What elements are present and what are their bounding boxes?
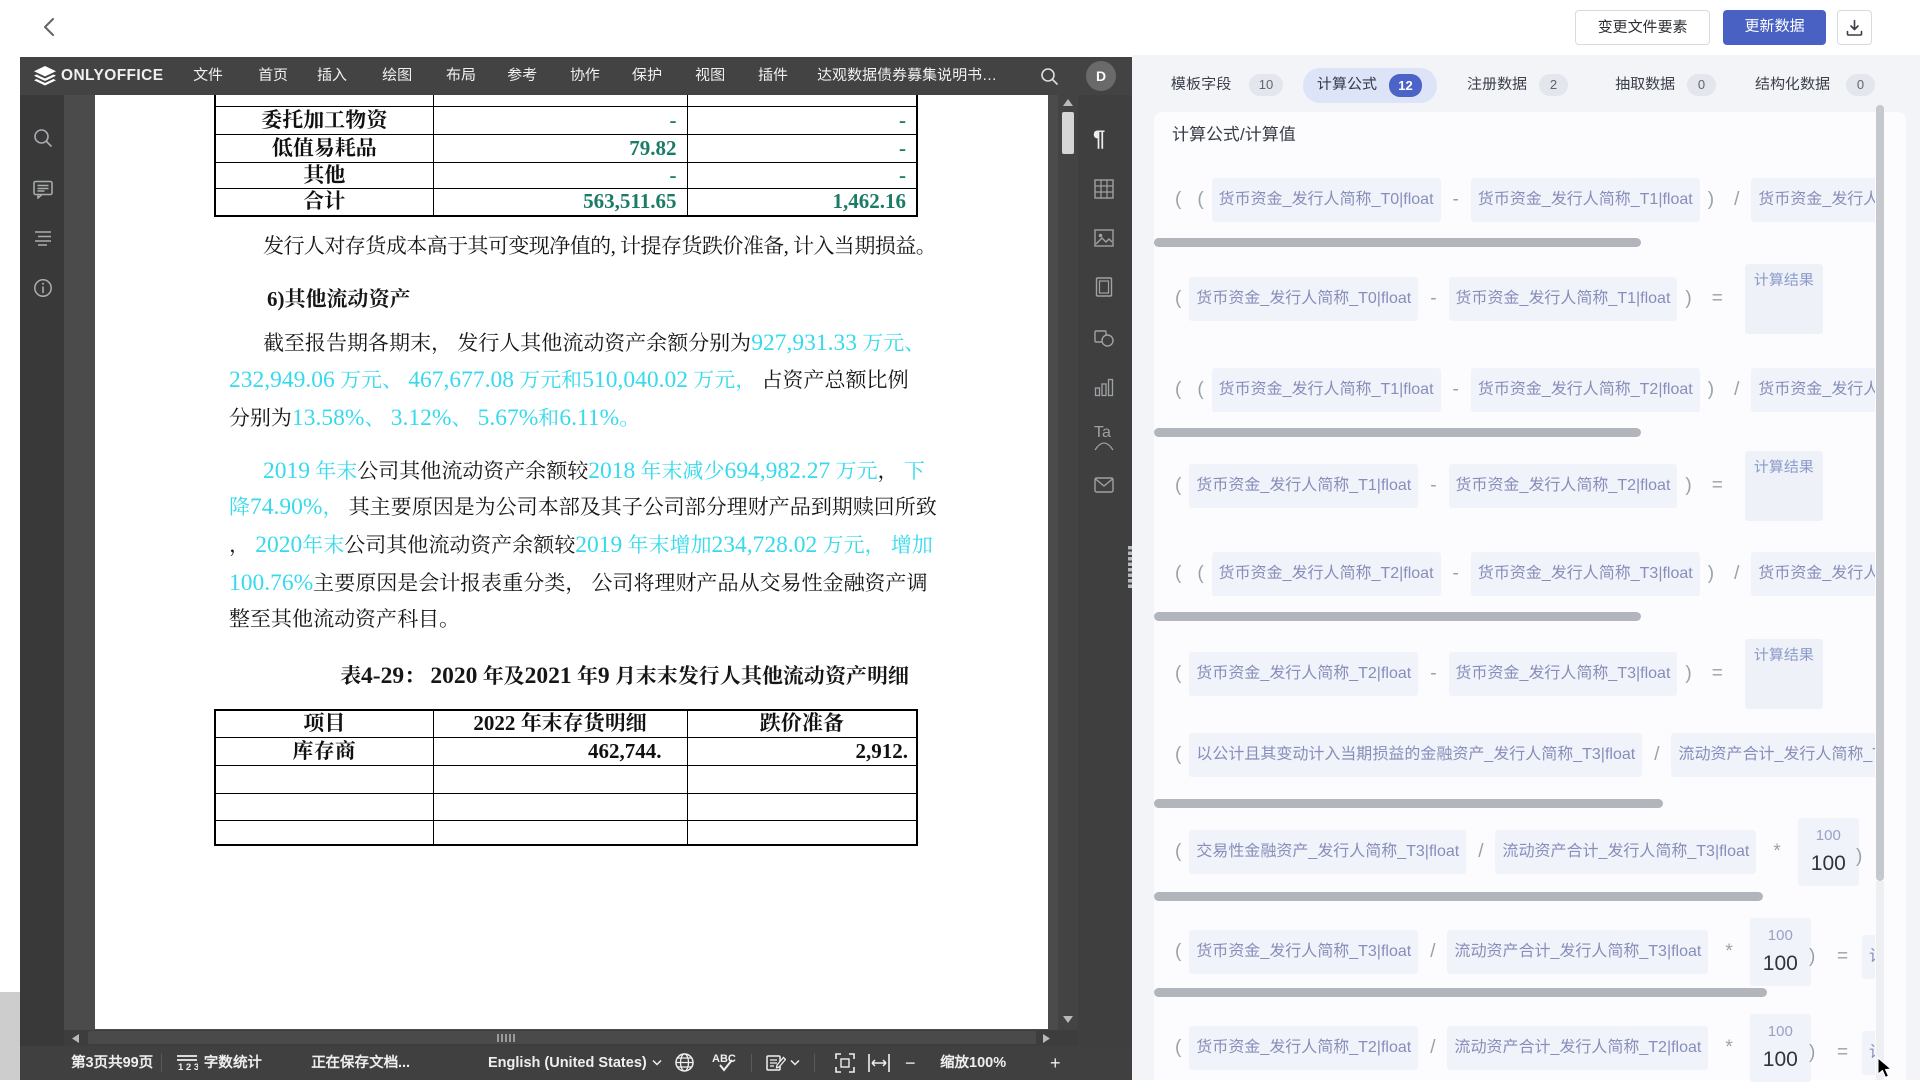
- svg-text:ABC: ABC: [712, 1053, 736, 1065]
- svg-text:1 2 3: 1 2 3: [178, 1062, 198, 1072]
